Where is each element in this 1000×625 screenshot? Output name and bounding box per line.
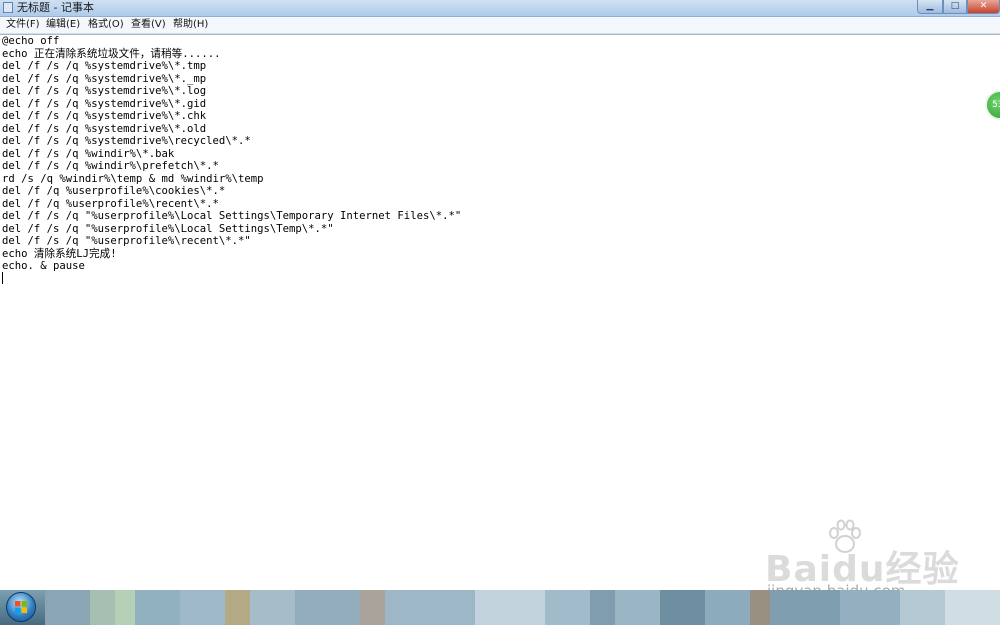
taskbar <box>0 590 1000 625</box>
close-button[interactable]: ✕ <box>967 0 1000 14</box>
taskbar-blur <box>475 590 545 625</box>
editor-line: del /f /q %userprofile%\recent\*.* <box>2 197 219 210</box>
editor-line: @echo off <box>2 35 60 47</box>
taskbar-blur <box>115 590 135 625</box>
editor-line: echo. & pause <box>2 260 85 272</box>
menu-bar: 文件(F) 编辑(E) 格式(O) 查看(V) 帮助(H) <box>0 17 1000 34</box>
taskbar-blur <box>295 590 360 625</box>
taskbar-blur <box>225 590 250 625</box>
title-bar[interactable]: 无标题 - 记事本 ▁ □ ✕ <box>0 0 1000 17</box>
editor-line: del /f /s /q %windir%\prefetch\*.* <box>2 160 219 172</box>
windows-logo-icon <box>15 601 27 613</box>
taskbar-blur <box>545 590 590 625</box>
taskbar-blur <box>840 590 900 625</box>
editor-line: del /f /s /q %systemdrive%\*.old <box>2 122 207 135</box>
start-button[interactable] <box>6 592 36 622</box>
editor-line: del /f /s /q %systemdrive%\*.tmp <box>2 60 207 72</box>
text-caret <box>2 272 3 284</box>
editor-line: del /f /q %userprofile%\cookies\*.* <box>2 185 226 197</box>
taskbar-blur <box>770 590 840 625</box>
editor-line: del /f /s /q "%userprofile%\recent\*.*" <box>2 235 251 247</box>
editor-line: echo 正在清除系统垃圾文件，请稍等...... <box>2 47 221 60</box>
editor-line: del /f /s /q %systemdrive%\*.log <box>2 85 207 97</box>
taskbar-blur <box>945 590 1000 625</box>
taskbar-blur <box>900 590 945 625</box>
taskbar-blur <box>90 590 115 625</box>
notepad-icon <box>3 2 13 13</box>
maximize-button[interactable]: □ <box>943 0 967 14</box>
menu-format[interactable]: 格式(O) <box>86 17 126 33</box>
window-title: 无标题 - 记事本 <box>17 1 94 14</box>
taskbar-blur <box>705 590 750 625</box>
taskbar-blur <box>590 590 615 625</box>
editor-line: del /f /s /q "%userprofile%\Local Settin… <box>2 222 334 235</box>
text-editor[interactable]: @echo off echo 正在清除系统垃圾文件，请稍等...... del … <box>0 34 1000 591</box>
taskbar-blur <box>660 590 705 625</box>
editor-line: del /f /s /q %systemdrive%\*.gid <box>2 97 207 110</box>
menu-file[interactable]: 文件(F) <box>4 17 42 33</box>
menu-edit[interactable]: 编辑(E) <box>44 17 82 33</box>
editor-line: del /f /s /q "%userprofile%\Local Settin… <box>2 210 462 222</box>
taskbar-blur <box>180 590 225 625</box>
editor-line: del /f /s /q %systemdrive%\*._mp <box>2 72 207 85</box>
taskbar-blur <box>45 590 90 625</box>
editor-line: del /f /s /q %systemdrive%\recycled\*.* <box>2 135 251 147</box>
taskbar-blur <box>615 590 660 625</box>
menu-help[interactable]: 帮助(H) <box>171 17 210 33</box>
editor-line: echo 清除系统LJ完成! <box>2 247 117 260</box>
taskbar-blur <box>360 590 385 625</box>
menu-view[interactable]: 查看(V) <box>129 17 168 33</box>
taskbar-blur <box>135 590 180 625</box>
watermark: Baidu经验 jingyan.baidu.com <box>765 518 965 600</box>
editor-line: rd /s /q %windir%\temp & md %windir%\tem… <box>2 172 264 185</box>
taskbar-blur <box>250 590 295 625</box>
minimize-button[interactable]: ▁ <box>917 0 943 14</box>
editor-line: del /f /s /q %systemdrive%\*.chk <box>2 110 207 122</box>
taskbar-blur <box>385 590 475 625</box>
taskbar-blur <box>750 590 770 625</box>
editor-line: del /f /s /q %windir%\*.bak <box>2 147 175 160</box>
